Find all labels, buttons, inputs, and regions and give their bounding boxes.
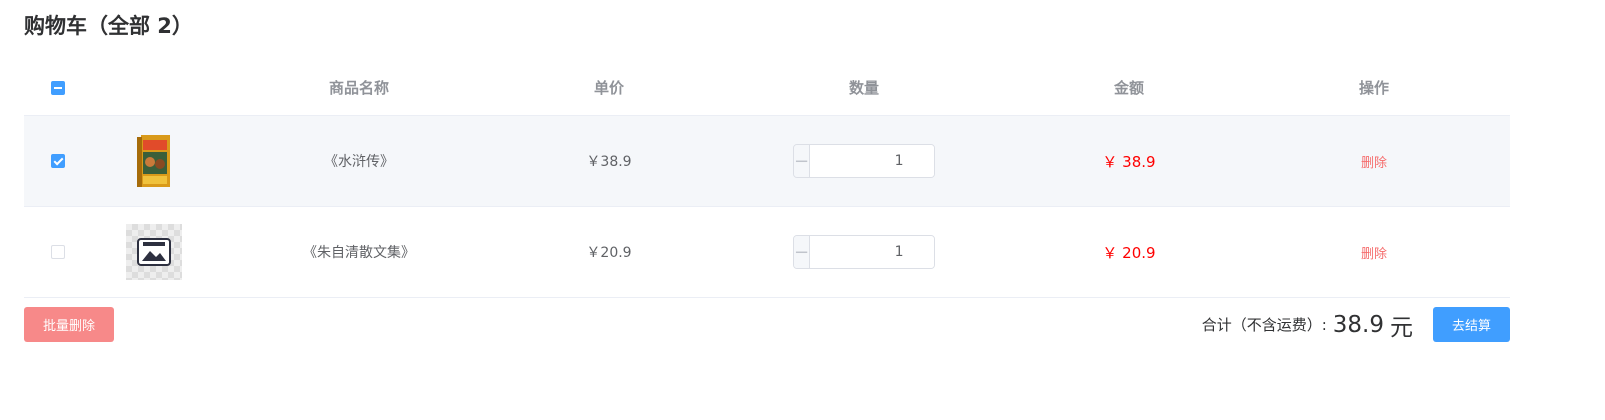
- landscape-icon: [137, 238, 171, 266]
- decrease-button[interactable]: −: [794, 236, 811, 268]
- header-amount: 金额: [1113, 79, 1144, 97]
- delete-link[interactable]: 删除: [1361, 243, 1387, 262]
- delete-link[interactable]: 删除: [1361, 152, 1387, 171]
- batch-delete-button[interactable]: 批量删除: [24, 307, 114, 342]
- row-amount: ￥ 38.9: [1102, 152, 1156, 171]
- row-op-cell: 删除: [1314, 207, 1434, 297]
- row-name: 《朱自清散文集》: [303, 245, 415, 261]
- row-thumbnail: [114, 116, 194, 206]
- row-checkbox[interactable]: [51, 245, 65, 259]
- total-unit: 元: [1390, 314, 1413, 341]
- table-row: 《水浒传》 ￥38.9 − + ￥ 38.9 删除: [24, 116, 1510, 207]
- total-label: 合计（不含运费）:: [1201, 316, 1327, 334]
- book-cover-icon: [137, 135, 170, 187]
- quantity-input[interactable]: [810, 236, 934, 268]
- row-check-cell: [38, 116, 78, 206]
- row-amount: ￥ 20.9: [1102, 243, 1156, 262]
- page-title: 购物车（全部 2）: [24, 14, 193, 38]
- quantity-input[interactable]: [810, 145, 934, 177]
- table-row: 《朱自清散文集》 ￥20.9 − + ￥ 20.9 删除: [24, 207, 1510, 298]
- header-op: 操作: [1358, 79, 1389, 97]
- cart-table: 商品名称 单价 数量 金额 操作 《水浒传》 ￥38.9 − 1 ￥ 38.9 …: [24, 60, 1510, 298]
- row-op-cell: 删除: [1314, 116, 1434, 206]
- decrease-button[interactable]: −: [794, 145, 811, 177]
- checkout-button[interactable]: 去结算: [1433, 307, 1510, 342]
- row-price: ￥38.9: [586, 154, 632, 170]
- total-value: 38.9: [1332, 311, 1384, 338]
- select-all-cell: [38, 60, 78, 115]
- row-price: ￥20.9: [586, 245, 632, 261]
- quantity-stepper: − +: [793, 144, 935, 178]
- header-name: 商品名称: [328, 79, 389, 97]
- row-qty-cell: − +: [764, 116, 964, 206]
- quantity-stepper: − +: [793, 235, 935, 269]
- image-placeholder-icon: [126, 224, 182, 280]
- row-thumbnail: [114, 207, 194, 297]
- row-name: 《水浒传》: [324, 154, 394, 170]
- row-qty-cell: − +: [764, 207, 964, 297]
- table-header: 商品名称 单价 数量 金额 操作: [24, 60, 1510, 116]
- select-all-checkbox[interactable]: [51, 80, 65, 95]
- header-qty: 数量: [848, 79, 879, 97]
- cart-total: 合计（不含运费）: 38.9 元: [1202, 307, 1413, 342]
- row-checkbox[interactable]: [51, 154, 65, 168]
- header-price: 单价: [593, 79, 624, 97]
- row-check-cell: [38, 207, 78, 297]
